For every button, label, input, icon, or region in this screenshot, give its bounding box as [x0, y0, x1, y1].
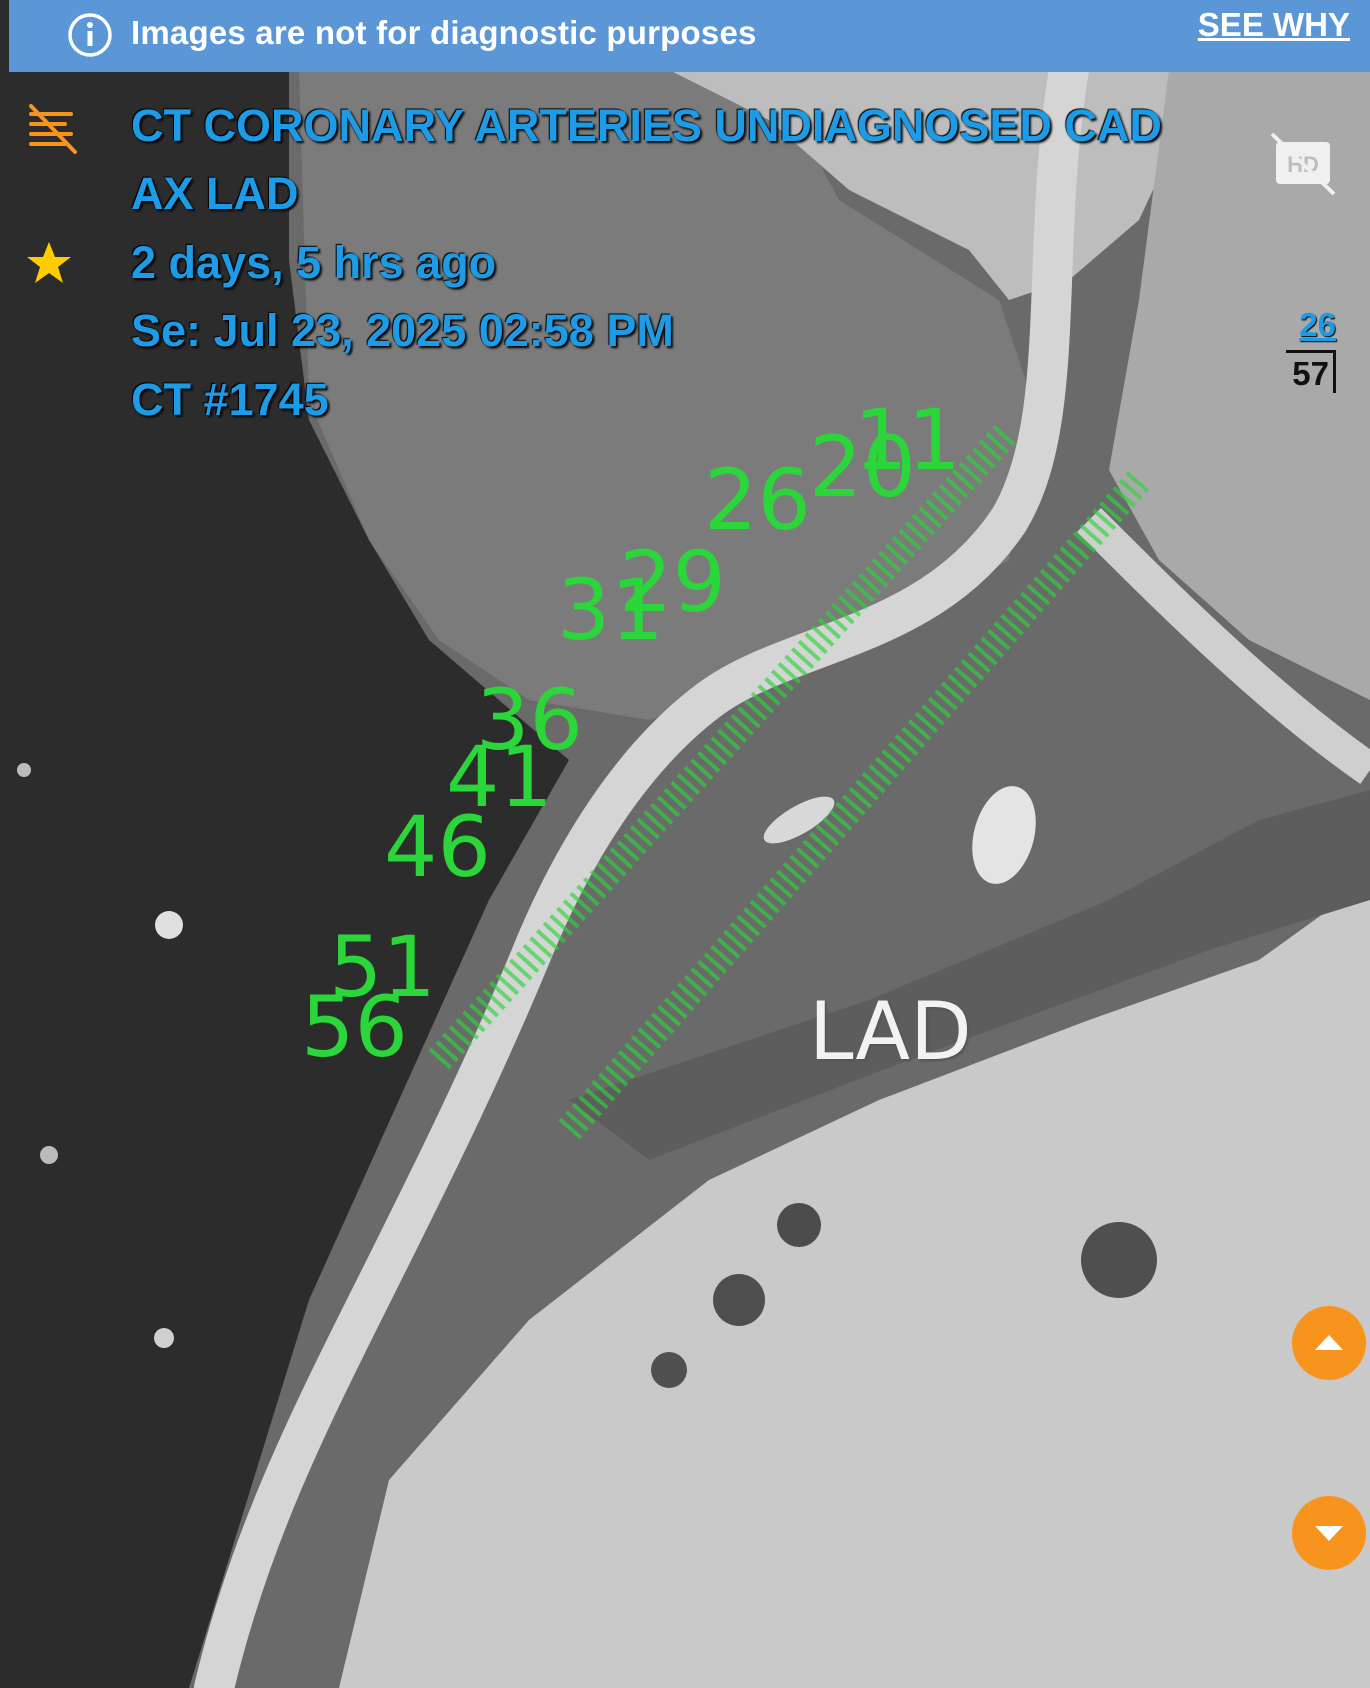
study-id: CT #1745: [131, 374, 329, 425]
next-slice-button[interactable]: [1292, 1496, 1366, 1570]
info-icon: [68, 13, 112, 57]
chevron-up-icon: [1315, 1335, 1343, 1350]
current-slice[interactable]: 26: [1286, 306, 1336, 344]
previous-slice-button[interactable]: [1292, 1306, 1366, 1380]
disclaimer-message: Images are not for diagnostic purposes: [131, 14, 757, 51]
total-slices: 57: [1286, 350, 1336, 393]
series-date: Se: Jul 23, 2025 02:58 PM: [131, 305, 674, 356]
chevron-down-icon: [1315, 1526, 1343, 1541]
measurement-marker: 46: [384, 798, 491, 896]
hd-off-icon[interactable]: HD: [1268, 128, 1338, 198]
disclaimer-banner: Images are not for diagnostic purposes S…: [9, 0, 1370, 72]
measurement-marker: 56: [301, 978, 408, 1076]
measurement-marker: 31: [557, 561, 664, 659]
relative-time: 2 days, 5 hrs ago: [131, 237, 497, 288]
measurement-marker: 20: [809, 418, 916, 516]
study-title: CT CORONARY ARTERIES UNDIAGNOSED CAD: [131, 100, 1162, 151]
measurement-marker: 26: [704, 451, 811, 549]
menu-hide-icon[interactable]: [25, 102, 79, 156]
see-why-link[interactable]: SEE WHY: [1198, 6, 1350, 44]
star-icon[interactable]: [24, 238, 74, 288]
vessel-annotation-label: LAD: [809, 985, 972, 1078]
slice-indicator: 26 57: [1286, 306, 1336, 393]
series-name: AX LAD: [131, 168, 299, 219]
